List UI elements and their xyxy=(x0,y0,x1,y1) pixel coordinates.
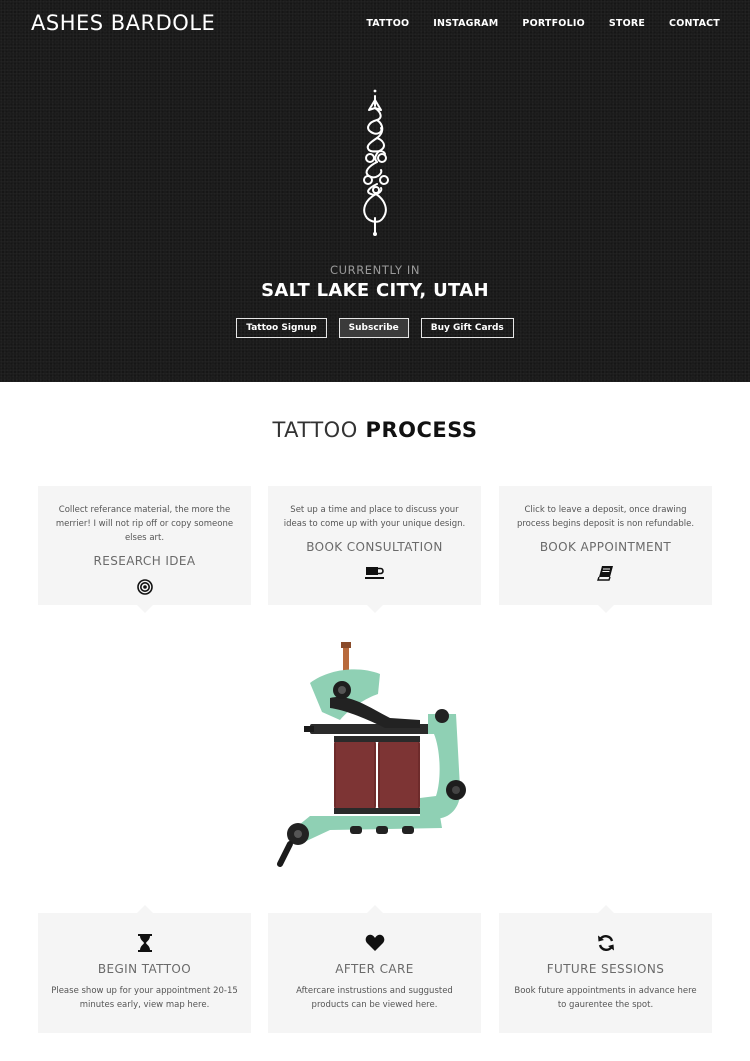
begin-tattoo-card[interactable]: BEGIN TATTOO Please show up for your app… xyxy=(38,905,251,1033)
heart-icon xyxy=(365,934,384,951)
card-title: BOOK CONSULTATION xyxy=(306,540,443,554)
main-nav: TATTOO INSTAGRAM PORTFOLIO STORE CONTACT xyxy=(342,18,720,29)
after-care-card[interactable]: AFTER CARE Aftercare instrustions and su… xyxy=(268,905,481,1033)
card-title: BOOK APPOINTMENT xyxy=(539,540,672,554)
hero-section: ASHES BARDOLE TATTOO INSTAGRAM PORTFOLIO… xyxy=(0,0,750,382)
target-icon xyxy=(136,579,153,595)
card-title: RESEARCH IDEA xyxy=(93,554,196,568)
future-sessions-card[interactable]: FUTURE SESSIONS Book future appointments… xyxy=(499,905,712,1033)
book-icon xyxy=(596,566,613,581)
process-title: TATTOO PROCESS xyxy=(0,418,750,442)
nav-store[interactable]: STORE xyxy=(609,18,645,29)
card-description: Collect referance material, the more the… xyxy=(55,505,234,543)
process-title-light: TATTOO xyxy=(272,418,358,442)
hourglass-icon xyxy=(137,934,152,952)
nav-portfolio[interactable]: PORTFOLIO xyxy=(522,18,584,29)
card-title: AFTER CARE xyxy=(335,962,414,976)
unalome-logo-icon xyxy=(363,89,389,236)
nav-tattoo[interactable]: TATTOO xyxy=(366,18,409,29)
location-title: SALT LAKE CITY, UTAH xyxy=(261,280,489,301)
card-description: Please show up for your appointment 20-1… xyxy=(51,986,238,1010)
research-idea-card[interactable]: Collect referance material, the more the… xyxy=(38,486,251,613)
nav-contact[interactable]: CONTACT xyxy=(669,18,720,29)
process-title-bold: PROCESS xyxy=(365,418,478,442)
book-consultation-card[interactable]: Set up a time and place to discuss your … xyxy=(268,486,481,613)
nav-instagram[interactable]: INSTAGRAM xyxy=(433,18,498,29)
card-description: Book future appointments in advance here… xyxy=(514,986,697,1010)
buy-gift-cards-button[interactable]: Buy Gift Cards xyxy=(420,318,514,338)
currently-label: CURRENTLY IN xyxy=(329,263,421,277)
card-title: FUTURE SESSIONS xyxy=(546,962,665,976)
book-appointment-card[interactable]: Click to leave a deposit, once drawing p… xyxy=(499,486,712,613)
card-title: BEGIN TATTOO xyxy=(97,962,192,976)
site-brand[interactable]: ASHES BARDOLE xyxy=(31,11,215,35)
hero-buttons: Tattoo Signup Subscribe Buy Gift Cards xyxy=(0,318,750,338)
card-description: Click to leave a deposit, once drawing p… xyxy=(516,505,695,529)
card-description: Set up a time and place to discuss your … xyxy=(283,505,466,529)
tattoo-machine-image xyxy=(277,642,466,867)
tattoo-signup-button[interactable]: Tattoo Signup xyxy=(236,318,327,338)
refresh-icon xyxy=(597,935,614,951)
card-description: Aftercare instrustions and suggusted pro… xyxy=(296,986,453,1010)
subscribe-button[interactable]: Subscribe xyxy=(338,318,409,338)
coffee-icon xyxy=(364,567,384,579)
